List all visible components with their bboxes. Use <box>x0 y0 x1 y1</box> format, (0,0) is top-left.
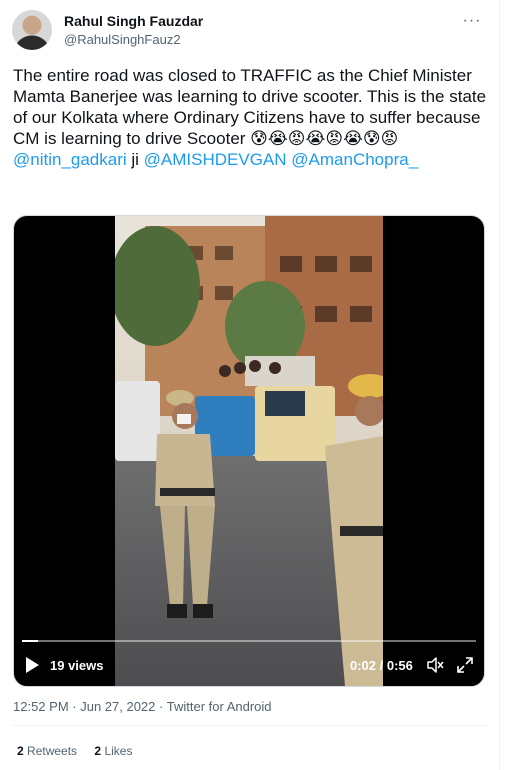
retweets-count: 2 <box>17 744 24 758</box>
mention-nitin-gadkari[interactable]: @nitin_gadkari <box>13 150 127 169</box>
video-progress-bar[interactable] <box>22 640 476 642</box>
video-time: 0:02 / 0:56 <box>350 658 413 673</box>
timeline-border <box>499 0 500 770</box>
meta-separator: · <box>155 699 167 714</box>
likes-stat[interactable]: 2 Likes <box>94 744 132 758</box>
mention-joiner: ji <box>126 150 144 169</box>
emoji-sequence: 😰😭😡😭😡😭😰😡 <box>250 129 399 148</box>
tweet-date[interactable]: Jun 27, 2022 <box>80 699 155 714</box>
user-handle[interactable]: @RahulSinghFauz2 <box>64 32 181 47</box>
play-icon[interactable] <box>24 656 40 674</box>
avatar[interactable] <box>12 10 52 50</box>
engagement-stats: 2 Retweets 2 Likes <box>17 744 146 758</box>
video-still <box>115 216 383 686</box>
tweet-time[interactable]: 12:52 PM <box>13 699 69 714</box>
video-frame[interactable] <box>115 216 383 686</box>
view-count: 19 views <box>50 658 104 673</box>
more-options-icon[interactable]: ··· <box>460 13 484 32</box>
tweet-metadata: 12:52 PM · Jun 27, 2022 · Twitter for An… <box>13 699 272 714</box>
retweets-stat[interactable]: 2 Retweets <box>17 744 77 758</box>
video-player[interactable]: 19 views 0:02 / 0:56 <box>13 215 485 687</box>
tweet-header: Rahul Singh Fauzdar @RahulSinghFauz2 ··· <box>12 10 484 54</box>
mention-amanchopra[interactable]: @AmanChopra_ <box>291 150 418 169</box>
likes-label: Likes <box>104 744 133 758</box>
fullscreen-icon[interactable] <box>456 656 474 674</box>
divider <box>13 725 488 726</box>
video-progress-fill <box>22 640 39 642</box>
tweet-text: The entire road was closed to TRAFFIC as… <box>13 65 488 170</box>
mentions-line: @nitin_gadkari ji @AMISHDEVGAN @AmanChop… <box>13 149 488 170</box>
display-name[interactable]: Rahul Singh Fauzdar <box>64 13 203 29</box>
retweets-label: Retweets <box>27 744 78 758</box>
likes-count: 2 <box>94 744 102 758</box>
meta-separator: · <box>68 699 81 714</box>
mention-amishdevgan[interactable]: @AMISHDEVGAN <box>144 150 287 169</box>
mute-icon[interactable] <box>426 656 444 674</box>
tweet-source[interactable]: Twitter for Android <box>167 699 272 714</box>
